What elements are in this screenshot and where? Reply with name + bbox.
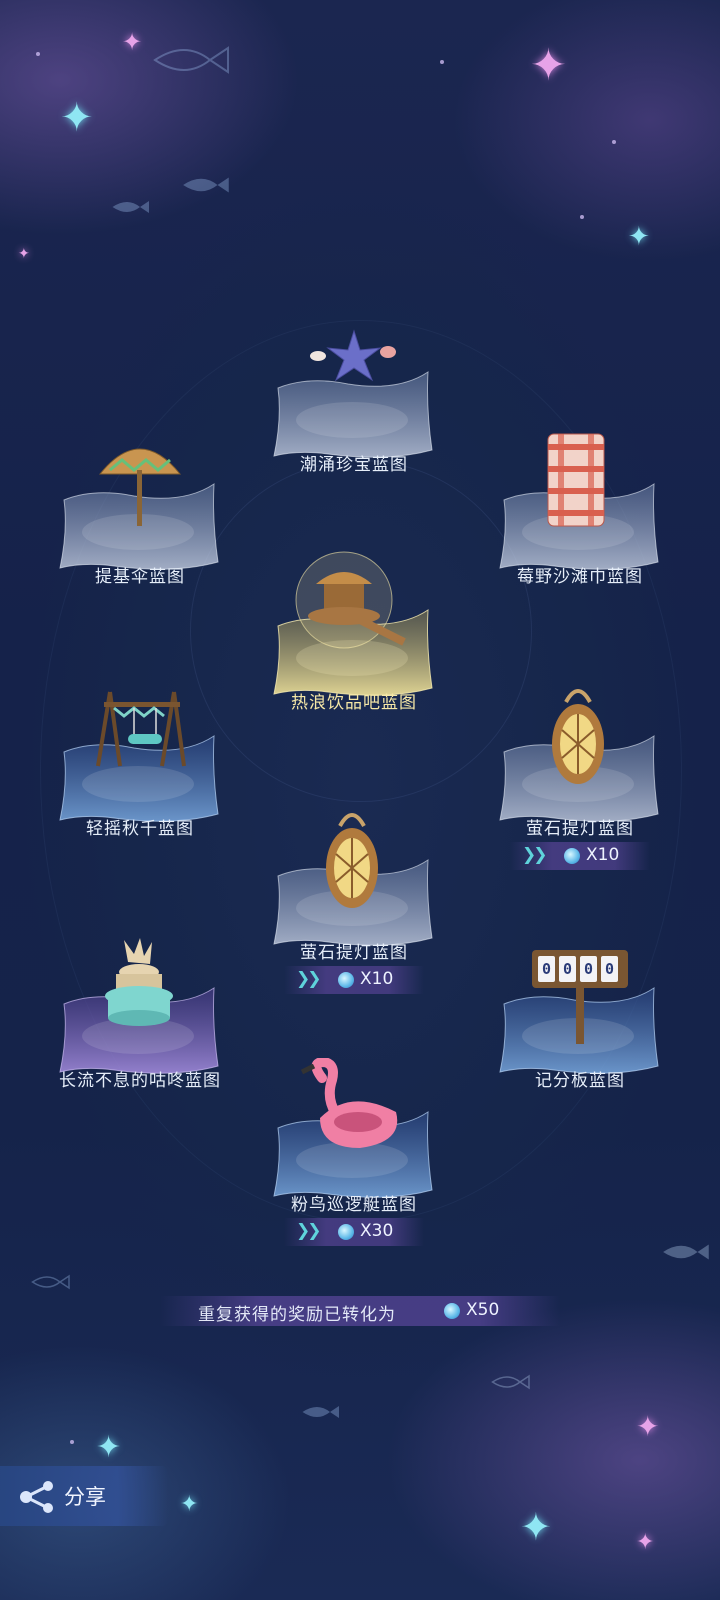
double-chevron-icon: ❯❯ <box>522 845 547 865</box>
fish-icon <box>112 201 149 213</box>
sparkle-icon: ✦ <box>18 246 30 262</box>
fountain-icon <box>105 938 173 1026</box>
swing-icon <box>96 691 186 767</box>
sparkle-icon: ✦ <box>60 95 94 141</box>
reward-name: 莓野沙滩巾蓝图 <box>517 567 643 587</box>
sparkle-icon: ✦ <box>520 1505 552 1549</box>
reward-card[interactable]: 提基伞蓝图 <box>40 430 240 610</box>
duplicate-qty: X30 <box>360 1221 394 1241</box>
reward-card[interactable]: 热浪饮品吧蓝图 <box>254 551 454 736</box>
reward-name: 热浪饮品吧蓝图 <box>291 693 417 713</box>
reward-name: 萤石提灯蓝图 <box>526 819 634 839</box>
reward-card[interactable]: 长流不息的咕咚蓝图 <box>40 934 240 1114</box>
share-icon <box>20 1481 53 1513</box>
starfish-shells-icon <box>310 329 396 382</box>
sparkle-icon: ✦ <box>96 1430 122 1465</box>
duplicate-badge: ❯❯ X30 <box>284 1218 424 1246</box>
scoreboard-digit: 0 <box>559 956 576 982</box>
double-chevron-icon: ❯❯ <box>296 969 321 989</box>
fish-icon <box>663 1244 709 1260</box>
sparkle-icon: ✦ <box>636 1530 655 1555</box>
fish-icon <box>491 1374 530 1390</box>
tiki-umbrella-icon <box>98 448 182 526</box>
sparkle-icon: ✦ <box>122 28 143 56</box>
fish-icon <box>31 1274 70 1290</box>
sparkle-icon: ✦ <box>530 40 567 91</box>
reward-name: 提基伞蓝图 <box>95 567 185 587</box>
double-chevron-icon: ❯❯ <box>296 1221 321 1241</box>
reward-card[interactable]: 萤石提灯蓝图 ❯❯ X10 <box>254 806 454 994</box>
crystal-gem-icon <box>338 972 354 988</box>
scoreboard-icon: 0000 <box>532 950 628 1060</box>
crystal-gem-icon <box>564 848 580 864</box>
conversion-summary: 重复获得的奖励已转化为 X50 <box>160 1296 560 1326</box>
crystal-gem-icon <box>444 1303 460 1319</box>
lantern-icon <box>552 689 604 784</box>
duplicate-qty: X10 <box>586 845 620 865</box>
reward-name: 记分板蓝图 <box>535 1071 625 1091</box>
sparkle-icon: ✦ <box>636 1410 660 1443</box>
crystal-gem-icon <box>338 1224 354 1240</box>
reward-name: 长流不息的咕咚蓝图 <box>59 1071 221 1091</box>
scoreboard-digit: 0 <box>538 956 555 982</box>
duplicate-badge: ❯❯ X10 <box>510 842 650 870</box>
fish-icon <box>183 177 229 193</box>
duplicate-badge: ❯❯ X10 <box>284 966 424 994</box>
reward-card[interactable]: 0000 记分板蓝图 <box>480 934 680 1114</box>
sparkle-icon: ✦ <box>180 1492 199 1517</box>
duplicate-qty: X10 <box>360 969 394 989</box>
reward-screen: ✦ ✦ ✦ ✦ ✦ ✦ ✦ ✦ ✦ ✦ 潮涌珍宝蓝图 提基伞蓝图 莓野沙滩巾蓝图… <box>0 0 720 1600</box>
fish-icon <box>153 46 229 74</box>
scoreboard-digit: 0 <box>580 956 597 982</box>
summary-text: 重复获得的奖励已转化为 <box>198 1305 396 1325</box>
reward-name: 粉鸟巡逻艇蓝图 <box>291 1195 417 1215</box>
fish-icon <box>302 1406 339 1418</box>
share-label: 分享 <box>64 1485 106 1509</box>
summary-qty: X50 <box>466 1300 500 1320</box>
reward-card[interactable]: 萤石提灯蓝图 ❯❯ X10 <box>480 682 680 870</box>
beach-towel-icon <box>547 433 605 527</box>
reward-card[interactable]: 轻摇秋千蓝图 <box>40 682 240 862</box>
scoreboard-digit: 0 <box>601 956 618 982</box>
reward-card[interactable]: 莓野沙滩巾蓝图 <box>480 430 680 610</box>
lantern-icon <box>326 813 378 908</box>
reward-name: 轻摇秋千蓝图 <box>86 819 194 839</box>
reward-name: 潮涌珍宝蓝图 <box>300 455 408 475</box>
reward-card[interactable]: 潮涌珍宝蓝图 <box>254 318 454 498</box>
reward-name: 萤石提灯蓝图 <box>300 943 408 963</box>
drink-bar-globe-icon <box>295 551 406 649</box>
reward-card[interactable]: 粉鸟巡逻艇蓝图 ❯❯ X30 <box>254 1058 454 1246</box>
share-button[interactable]: 分享 <box>0 1466 168 1526</box>
sparkle-icon: ✦ <box>628 222 650 252</box>
flamingo-float-icon <box>300 1058 398 1148</box>
